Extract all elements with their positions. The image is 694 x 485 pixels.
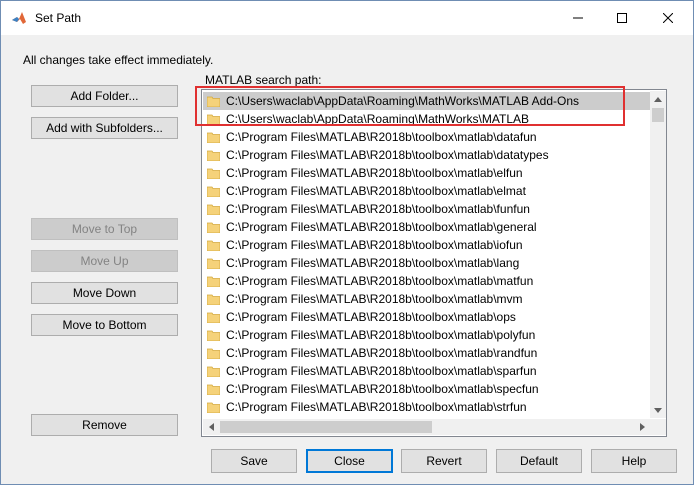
folder-icon [207,240,220,251]
folder-icon [207,204,220,215]
path-row[interactable]: C:\Program Files\MATLAB\R2018b\toolbox\m… [203,182,650,200]
folder-icon [207,294,220,305]
path-text: C:\Program Files\MATLAB\R2018b\toolbox\m… [226,400,527,414]
path-row[interactable]: C:\Program Files\MATLAB\R2018b\toolbox\m… [203,254,650,272]
path-text: C:\Program Files\MATLAB\R2018b\toolbox\m… [226,328,536,342]
path-row[interactable]: C:\Program Files\MATLAB\R2018b\toolbox\m… [203,272,650,290]
maximize-button[interactable] [599,1,645,34]
move-down-button[interactable]: Move Down [31,282,178,304]
info-text: All changes take effect immediately. [23,53,214,67]
scroll-up-arrow-icon[interactable] [650,91,666,107]
path-row[interactable]: C:\Program Files\MATLAB\R2018b\toolbox\m… [203,146,650,164]
window-title: Set Path [35,11,82,25]
minimize-button[interactable] [555,1,601,34]
path-row[interactable]: C:\Program Files\MATLAB\R2018b\toolbox\m… [203,398,650,416]
add-folder-button[interactable]: Add Folder... [31,85,178,107]
path-text: C:\Program Files\MATLAB\R2018b\toolbox\m… [226,148,549,162]
add-with-subfolders-button[interactable]: Add with Subfolders... [31,117,178,139]
path-text: C:\Program Files\MATLAB\R2018b\toolbox\m… [226,220,537,234]
path-row[interactable]: C:\Program Files\MATLAB\R2018b\toolbox\m… [203,290,650,308]
minimize-icon [573,17,583,18]
folder-icon [207,114,220,125]
folder-icon [207,366,220,377]
path-row[interactable]: C:\Program Files\MATLAB\R2018b\toolbox\m… [203,326,650,344]
close-button[interactable]: Close [306,449,393,473]
save-button[interactable]: Save [211,449,297,473]
default-button[interactable]: Default [496,449,582,473]
path-row[interactable]: C:\Program Files\MATLAB\R2018b\toolbox\m… [203,200,650,218]
path-row[interactable]: C:\Program Files\MATLAB\R2018b\toolbox\m… [203,236,650,254]
path-row[interactable]: C:\Users\waclab\AppData\Roaming\MathWork… [203,110,650,128]
title-bar[interactable]: Set Path [1,1,693,35]
help-button[interactable]: Help [591,449,677,473]
maximize-icon [617,12,627,23]
folder-icon [207,150,220,161]
scrollbar-corner [650,419,666,435]
folder-icon [207,168,220,179]
search-path-label: MATLAB search path: [205,73,322,87]
path-text: C:\Program Files\MATLAB\R2018b\toolbox\m… [226,292,523,306]
folder-icon [207,258,220,269]
folder-icon [207,330,220,341]
folder-icon [207,132,220,143]
path-row[interactable]: C:\Program Files\MATLAB\R2018b\toolbox\m… [203,362,650,380]
path-text: C:\Users\waclab\AppData\Roaming\MathWork… [226,112,529,126]
set-path-dialog: Set Path All changes take effect immedia… [0,0,694,485]
scroll-left-arrow-icon[interactable] [203,419,219,435]
path-text: C:\Program Files\MATLAB\R2018b\toolbox\m… [226,202,530,216]
path-row[interactable]: C:\Users\waclab\AppData\Roaming\MathWork… [203,92,650,110]
path-row[interactable]: C:\Program Files\MATLAB\R2018b\toolbox\m… [203,218,650,236]
folder-icon [207,96,220,107]
horizontal-scrollbar[interactable] [203,419,650,435]
vertical-scroll-thumb[interactable] [652,108,664,122]
move-to-top-button[interactable]: Move to Top [31,218,178,240]
path-row[interactable]: C:\Program Files\MATLAB\R2018b\toolbox\m… [203,164,650,182]
folder-icon [207,186,220,197]
scroll-down-arrow-icon[interactable] [650,402,666,418]
vertical-scrollbar[interactable] [650,91,666,418]
move-to-bottom-button[interactable]: Move to Bottom [31,314,178,336]
path-row[interactable]: C:\Program Files\MATLAB\R2018b\toolbox\m… [203,308,650,326]
folder-icon [207,276,220,287]
close-window-button[interactable] [645,1,691,34]
horizontal-scroll-thumb[interactable] [220,421,432,433]
revert-button[interactable]: Revert [401,449,487,473]
folder-icon [207,312,220,323]
path-text: C:\Program Files\MATLAB\R2018b\toolbox\m… [226,256,520,270]
folder-icon [207,384,220,395]
move-up-button[interactable]: Move Up [31,250,178,272]
close-icon [663,12,673,23]
search-path-list[interactable]: C:\Users\waclab\AppData\Roaming\MathWork… [201,89,667,437]
path-text: C:\Program Files\MATLAB\R2018b\toolbox\m… [226,166,523,180]
folder-icon [207,348,220,359]
path-text: C:\Program Files\MATLAB\R2018b\toolbox\m… [226,346,538,360]
path-text: C:\Program Files\MATLAB\R2018b\toolbox\m… [226,130,537,144]
path-row[interactable]: C:\Program Files\MATLAB\R2018b\toolbox\m… [203,344,650,362]
path-text: C:\Users\waclab\AppData\Roaming\MathWork… [226,94,580,108]
path-row[interactable]: C:\Program Files\MATLAB\R2018b\toolbox\m… [203,380,650,398]
folder-icon [207,402,220,413]
remove-button[interactable]: Remove [31,414,178,436]
path-rows: C:\Users\waclab\AppData\Roaming\MathWork… [203,91,650,418]
path-text: C:\Program Files\MATLAB\R2018b\toolbox\m… [226,382,539,396]
path-row[interactable]: C:\Program Files\MATLAB\R2018b\toolbox\m… [203,128,650,146]
path-text: C:\Program Files\MATLAB\R2018b\toolbox\m… [226,274,534,288]
path-text: C:\Program Files\MATLAB\R2018b\toolbox\m… [226,364,537,378]
path-text: C:\Program Files\MATLAB\R2018b\toolbox\m… [226,238,523,252]
matlab-logo-icon [12,12,26,24]
path-text: C:\Program Files\MATLAB\R2018b\toolbox\m… [226,310,516,324]
path-text: C:\Program Files\MATLAB\R2018b\toolbox\m… [226,184,526,198]
folder-icon [207,222,220,233]
scroll-right-arrow-icon[interactable] [634,419,650,435]
